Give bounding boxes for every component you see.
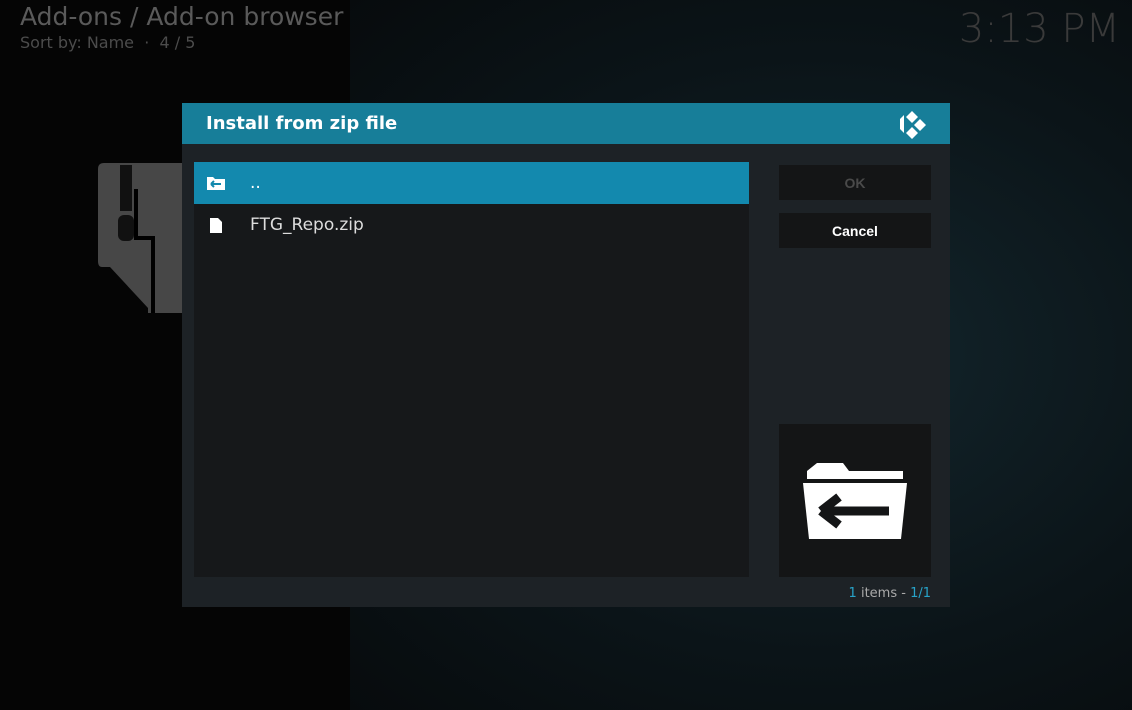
file-icon bbox=[206, 217, 226, 233]
preview-thumbnail bbox=[779, 424, 931, 577]
item-count: 1 items - 1/1 bbox=[848, 586, 931, 601]
cancel-button[interactable]: Cancel bbox=[779, 213, 931, 248]
breadcrumb: Add-ons / Add-on browser bbox=[20, 2, 344, 31]
sort-info: Sort by: Name · 4 / 5 bbox=[20, 33, 196, 52]
folder-back-icon bbox=[206, 175, 226, 191]
clock: 3:13 PM bbox=[958, 6, 1120, 52]
kodi-logo-icon bbox=[900, 111, 926, 139]
file-list: .. FTG_Repo.zip bbox=[194, 162, 749, 577]
dialog-header: Install from zip file bbox=[182, 103, 950, 144]
zip-install-icon bbox=[98, 163, 182, 313]
list-item-file[interactable]: FTG_Repo.zip bbox=[194, 204, 749, 246]
install-zip-dialog: Install from zip file .. FTG_Repo.zip OK… bbox=[182, 103, 950, 607]
folder-back-large-icon bbox=[803, 462, 907, 539]
list-item-parent[interactable]: .. bbox=[194, 162, 749, 204]
ok-button[interactable]: OK bbox=[779, 165, 931, 200]
dialog-title: Install from zip file bbox=[206, 113, 398, 134]
